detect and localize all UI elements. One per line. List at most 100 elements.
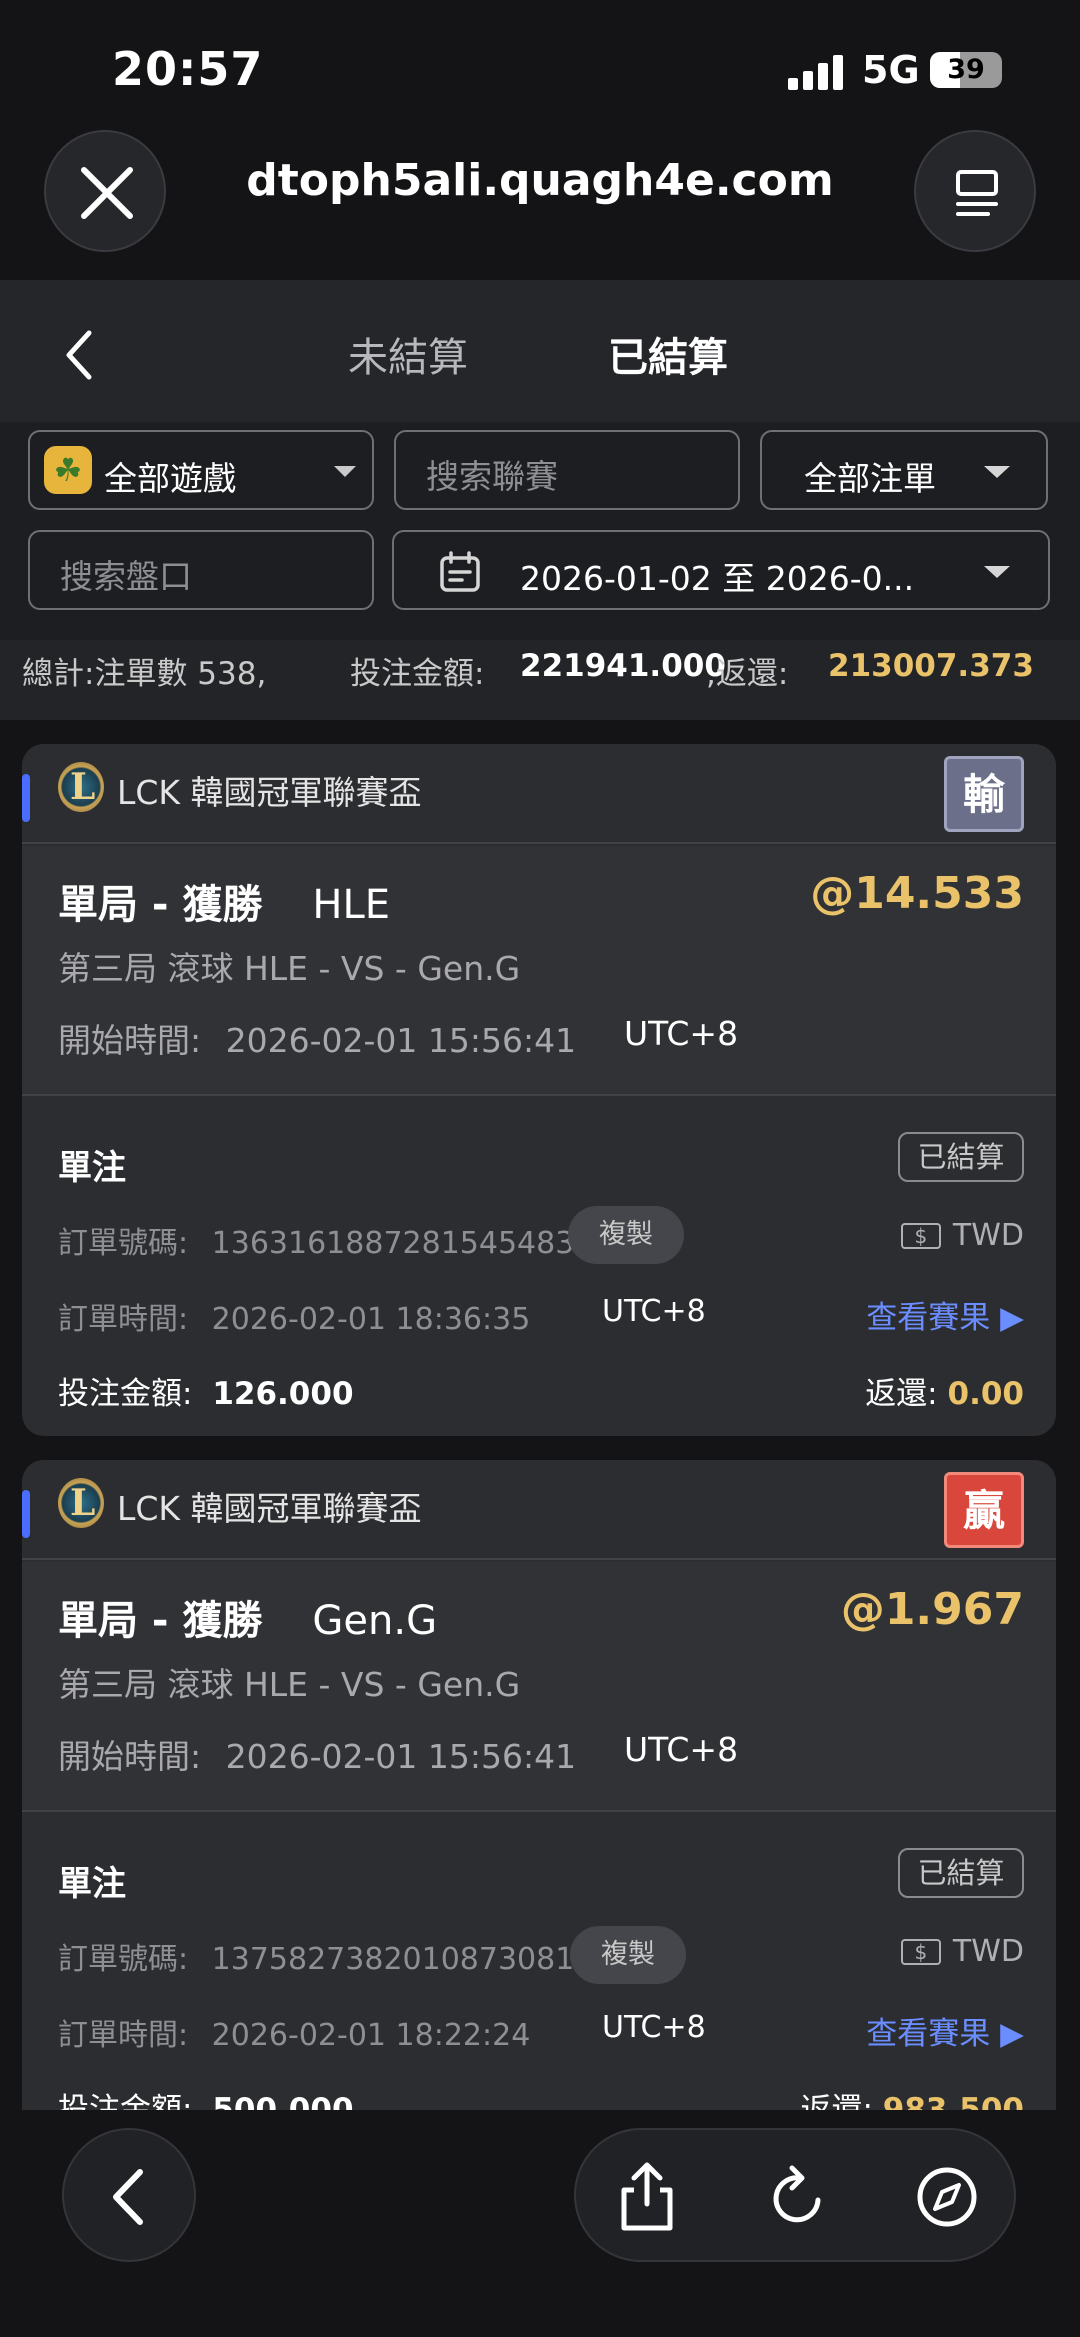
- calendar-icon: [440, 551, 480, 592]
- status-badge: 已結算: [898, 1132, 1024, 1182]
- reload-icon[interactable]: [762, 2162, 832, 2232]
- start-time-row: 開始時間: 2026-02-01 15:56:41 UTC+8: [58, 1014, 738, 1062]
- view-result-link[interactable]: 查看賽果 ▶: [866, 1292, 1024, 1337]
- bet-type-label: 全部注單: [804, 459, 936, 498]
- currency: $ TWD: [900, 1934, 1024, 1969]
- currency: $ TWD: [900, 1218, 1024, 1253]
- accent-bar: [22, 774, 30, 822]
- order-time-row: 訂單時間: 2026-02-01 18:36:35 UTC+8: [58, 1294, 706, 1338]
- play-arrow-icon: ▶: [1000, 1300, 1024, 1336]
- order-timezone: UTC+8: [602, 1294, 706, 1329]
- game-select[interactable]: ☘ 全部遊戲: [28, 430, 374, 510]
- compass-icon[interactable]: [912, 2162, 982, 2232]
- order-timezone: UTC+8: [602, 2010, 706, 2045]
- result-badge: 贏: [944, 1472, 1024, 1548]
- return-amount: 0.00: [947, 1376, 1025, 1412]
- close-icon: [81, 167, 133, 219]
- currency-code: TWD: [952, 1934, 1024, 1969]
- start-time-row: 開始時間: 2026-02-01 15:56:41 UTC+8: [58, 1730, 738, 1778]
- market-search-input[interactable]: 搜索盤口: [28, 530, 374, 610]
- bet-card[interactable]: L LCK 韓國冠軍聯賽盃 輸 單局 - 獲勝 HLE @14.533 第三局 …: [22, 744, 1056, 1436]
- play-arrow-icon: ▶: [1000, 2016, 1024, 2052]
- order-time-row: 訂單時間: 2026-02-01 18:22:24 UTC+8: [58, 2010, 706, 2054]
- view-result-label: 查看賽果: [866, 2016, 991, 2052]
- order-time-label: 訂單時間:: [58, 1302, 189, 1337]
- order-time: 2026-02-01 18:36:35: [211, 1302, 531, 1337]
- selection: HLE: [312, 882, 391, 928]
- return-row: 返還: 983.500: [800, 2084, 1024, 2110]
- view-result-link[interactable]: 查看賽果 ▶: [866, 2008, 1024, 2053]
- order-number-label: 訂單號碼:: [58, 1226, 189, 1261]
- league-name: LCK 韓國冠軍聯賽盃: [117, 1489, 422, 1528]
- chevron-down-icon: [984, 466, 1010, 478]
- currency-code: TWD: [952, 1218, 1024, 1253]
- stake-amount: 500.000: [212, 2092, 354, 2110]
- view-result-label: 查看賽果: [866, 1300, 991, 1336]
- market-label: 單局 - 獲勝: [58, 882, 263, 928]
- copy-button[interactable]: 複製: [568, 1206, 684, 1264]
- bet-type-select[interactable]: 全部注單: [760, 430, 1048, 510]
- banknote-icon: $: [900, 1939, 941, 1965]
- clock: 20:57: [112, 42, 264, 96]
- tab-unsettled[interactable]: 未結算: [348, 325, 468, 383]
- start-time-label: 開始時間:: [58, 1737, 202, 1776]
- odds: @1.967: [840, 1584, 1024, 1635]
- stake-label: 投注金額:: [58, 1376, 193, 1412]
- network-type: 5G: [862, 48, 920, 92]
- bet-type: 單注: [58, 1864, 126, 1904]
- match-detail: 第三局 滾球 HLE - VS - Gen.G: [58, 949, 521, 988]
- order-time-label: 訂單時間:: [58, 2018, 189, 2053]
- summary-bar: 總計:注單數 538, 投注金額: 221941.000 ,返還: 213007…: [0, 640, 1080, 720]
- bet-type: 單注: [58, 1148, 126, 1188]
- date-range-picker[interactable]: 2026-01-02 至 2026-0...: [392, 530, 1050, 610]
- accent-bar: [22, 1490, 30, 1538]
- start-time-label: 開始時間:: [58, 1021, 202, 1060]
- summary-count: 總計:注單數 538,: [22, 656, 267, 692]
- browser-toolbar: [0, 2110, 1080, 2337]
- bet-card[interactable]: L LCK 韓國冠軍聯賽盃 贏 單局 - 獲勝 Gen.G @1.967 第三局…: [22, 1460, 1056, 2110]
- order-number-row: 訂單號碼: 1375827382010873081: [58, 1934, 574, 1978]
- start-time: 2026-02-01 15:56:41: [225, 1021, 577, 1060]
- close-button[interactable]: [44, 130, 166, 252]
- stake-label: 投注金額:: [58, 2092, 193, 2110]
- game-select-label: 全部遊戲: [104, 459, 236, 498]
- clover-icon: ☘: [44, 446, 92, 494]
- league-of-legends-icon: L: [58, 1478, 104, 1528]
- league-search-placeholder: 搜索聯賽: [426, 457, 558, 496]
- tab-settled[interactable]: 已結算: [608, 325, 728, 383]
- app-header: [0, 280, 1080, 422]
- odds: @14.533: [810, 868, 1024, 919]
- back-arrow-icon: [113, 2169, 143, 2225]
- chevron-down-icon: [334, 466, 356, 477]
- browser-menu-button[interactable]: [914, 130, 1036, 252]
- start-timezone: UTC+8: [624, 1730, 739, 1769]
- share-icon[interactable]: [612, 2160, 682, 2234]
- cellular-signal-icon: [788, 54, 848, 90]
- date-range-value: 2026-01-02 至 2026-0...: [520, 559, 915, 598]
- result-badge: 輸: [944, 756, 1024, 832]
- start-timezone: UTC+8: [624, 1014, 739, 1053]
- market-name: 單局 - 獲勝 Gen.G: [58, 1588, 437, 1646]
- summary-return-label: ,返還:: [706, 656, 789, 692]
- back-icon[interactable]: [55, 325, 105, 385]
- market-label: 單局 - 獲勝: [58, 1598, 263, 1644]
- status-bar: 20:57 5G 39: [0, 0, 1080, 130]
- summary-stake-label: 投注金額:: [350, 656, 485, 692]
- order-number: 1375827382010873081: [211, 1942, 575, 1977]
- market-name: 單局 - 獲勝 HLE: [58, 872, 390, 930]
- league-name: LCK 韓國冠軍聯賽盃: [117, 773, 422, 812]
- banknote-icon: $: [900, 1223, 941, 1249]
- return-amount: 983.500: [882, 2092, 1024, 2110]
- menu-icon: [956, 170, 998, 216]
- browser-actions: [574, 2128, 1016, 2262]
- address-bar[interactable]: dtoph5ali.quagh4e.com: [180, 155, 900, 206]
- start-time: 2026-02-01 15:56:41: [225, 1737, 577, 1776]
- battery-icon: 39: [930, 52, 1002, 88]
- league-of-legends-icon: L: [58, 762, 104, 812]
- league-search-input[interactable]: 搜索聯賽: [394, 430, 740, 510]
- stake-amount: 126.000: [212, 1376, 354, 1412]
- browser-back-button[interactable]: [62, 2128, 196, 2262]
- return-label: 返還:: [800, 2092, 873, 2110]
- stake-row: 投注金額: 126.000: [58, 1368, 354, 1413]
- copy-button[interactable]: 複製: [570, 1926, 686, 1984]
